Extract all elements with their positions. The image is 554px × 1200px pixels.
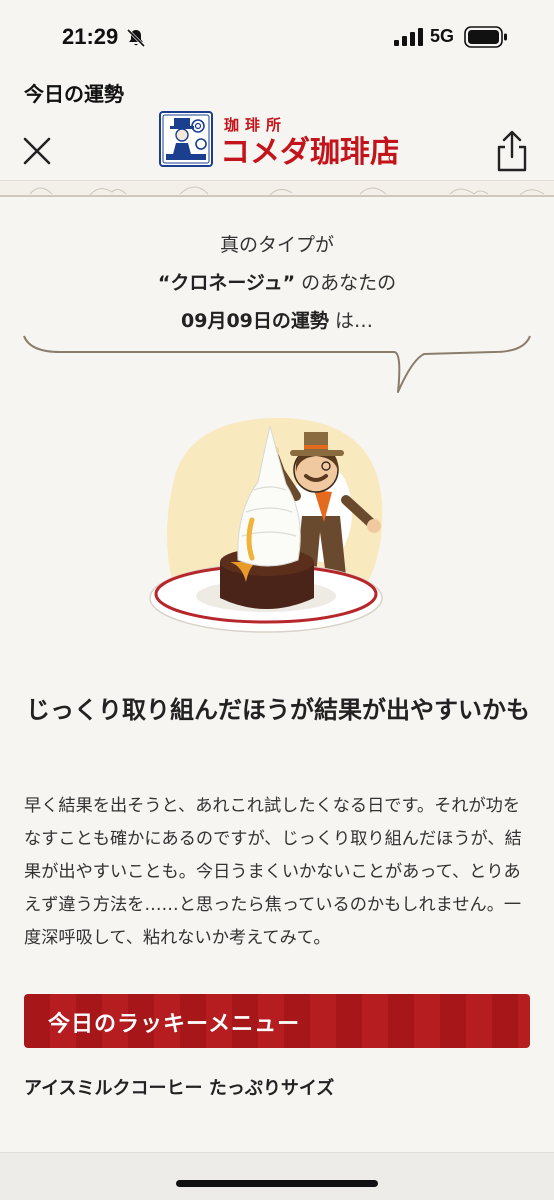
battery-icon [464,26,507,48]
bottom-bar [0,1152,554,1200]
signal-bars-icon [394,28,423,46]
fortune-page: 21:29 5G 今日の運勢 珈琲所 コメダ珈琲店 真のタイプが “クロネージュ… [0,0,554,1200]
svg-text:珈琲所: 珈琲所 [224,116,287,134]
network-type: 5G [430,26,455,46]
fortune-headline: じっくり取り組んだほうが結果が出やすいかも [26,696,530,724]
fortune-date: 09月09日の運勢 [181,310,329,332]
status-bar: 21:29 5G [0,0,554,70]
svg-text:コメダ珈琲店: コメダ珈琲店 [220,135,398,170]
close-icon[interactable] [20,134,54,168]
intro-line-2: “クロネージュ” のあなたの [157,272,397,294]
share-icon[interactable] [494,130,530,172]
fortune-intro: 真のタイプが “クロネージュ” のあなたの 09月09日の運勢 は… [0,226,554,340]
home-indicator[interactable] [176,1180,378,1187]
bell-off-icon [126,28,146,48]
decorative-pattern-strip [0,180,554,197]
speech-bubble-tail [23,335,531,393]
page-title: 今日の運勢 [24,82,124,106]
fortune-illustration [149,417,383,633]
lucky-menu-heading: 今日のラッキーメニュー [48,1012,301,1037]
fortune-body-text: 早く結果を出そうと、あれこれ試したくなる日です。それが功をなすことも確かにあるの… [24,796,522,948]
status-time: 21:29 [62,24,119,49]
lucky-menu-header: 今日のラッキーメニュー [24,994,530,1048]
lucky-menu-item: アイスミルクコーヒー たっぷりサイズ [24,1078,335,1099]
type-name: “クロネージュ” [157,272,296,294]
komeda-logo: 珈琲所 コメダ珈琲店 [159,111,398,170]
intro-line-1: 真のタイプが [219,234,334,256]
